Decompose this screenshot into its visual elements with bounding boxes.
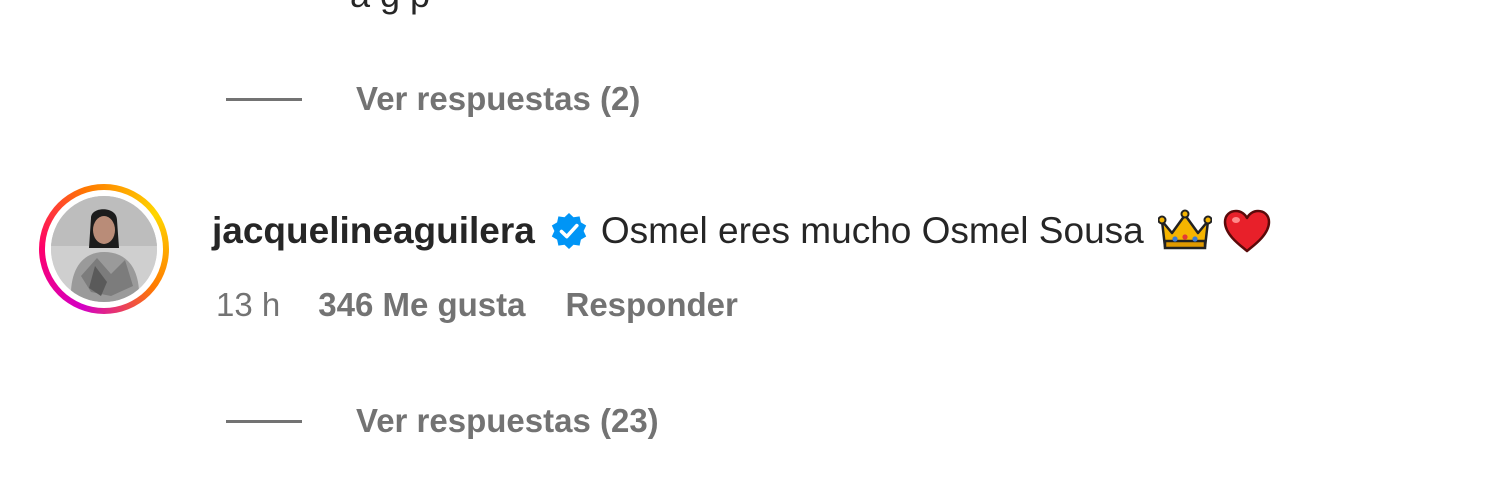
crown-emoji-icon (1157, 209, 1212, 253)
previous-comment-partial-text: a g p (350, 0, 430, 16)
red-heart-emoji-icon (1222, 208, 1272, 254)
avatar (51, 196, 157, 302)
view-replies-label: Ver respuestas (2) (356, 80, 641, 117)
replies-divider-line (226, 97, 302, 101)
likes-count-button[interactable]: 346 Me gusta (318, 286, 525, 324)
reply-button[interactable]: Responder (565, 286, 737, 324)
view-replies-button[interactable]: Ver respuestas (23) (226, 402, 659, 440)
username-link[interactable]: jacquelineaguilera (212, 210, 535, 252)
replies-divider-line (226, 419, 302, 423)
comment-text: Osmel eres mucho Osmel Sousa (600, 210, 1144, 251)
view-replies-button[interactable]: Ver respuestas (2) (226, 80, 640, 118)
comment-line: jacquelineaguilera Osmel eres mucho Osme… (212, 203, 1272, 259)
comment-timestamp[interactable]: 13 h (216, 286, 280, 324)
comment-meta: 13 h 346 Me gusta Responder (216, 286, 738, 324)
verified-badge-icon (549, 211, 589, 251)
avatar-photo-icon (51, 196, 157, 302)
view-replies-label: Ver respuestas (23) (356, 402, 659, 439)
avatar-story-ring[interactable] (39, 184, 169, 314)
